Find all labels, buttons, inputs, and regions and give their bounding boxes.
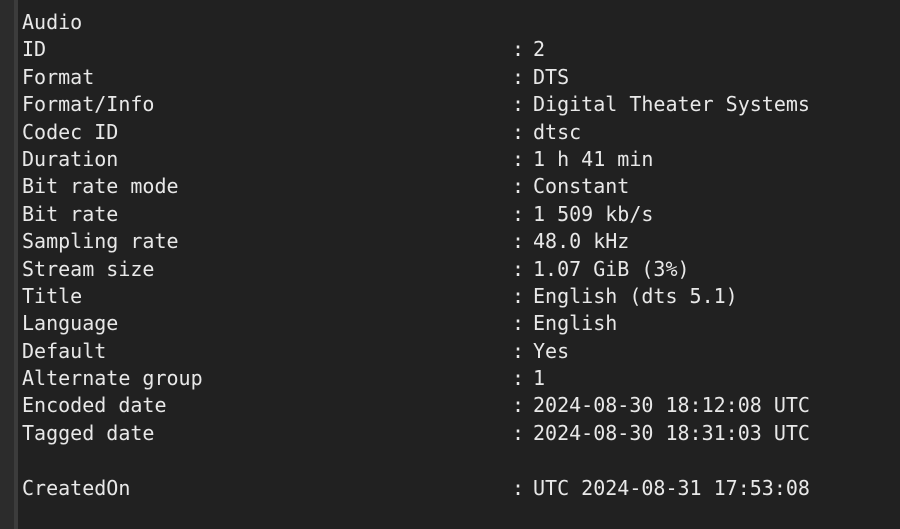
blank-line bbox=[18, 447, 900, 474]
field-row: Format/Info: Digital Theater Systems bbox=[18, 91, 900, 118]
field-label: Title bbox=[22, 283, 82, 310]
field-row: CreatedOn: UTC 2024-08-31 17:53:08 bbox=[18, 475, 900, 502]
field-label: ID bbox=[22, 36, 46, 63]
field-row: Bit rate:1 509 kb/s bbox=[18, 201, 900, 228]
field-value: 1 bbox=[533, 365, 545, 392]
field-value: UTC 2024-08-31 17:53:08 bbox=[533, 475, 810, 502]
field-label: Bit rate bbox=[22, 201, 118, 228]
field-label: Bit rate mode bbox=[22, 173, 179, 200]
field-row: Duration:1 h 41 min bbox=[18, 146, 900, 173]
field-value: 2024-08-30 18:31:03 UTC bbox=[533, 420, 810, 447]
field-separator: : bbox=[512, 392, 524, 419]
field-label: Encoded date bbox=[22, 392, 167, 419]
left-gutter bbox=[0, 0, 14, 529]
field-separator: : bbox=[512, 283, 524, 310]
text-content-pane[interactable]: AudioID:2Format:DTSFormat/Info:Digital T… bbox=[18, 0, 900, 529]
field-label: Tagged date bbox=[22, 420, 154, 447]
field-row: Default: Yes bbox=[18, 338, 900, 365]
field-value: Yes bbox=[533, 338, 569, 365]
field-value: 2024-08-30 18:12:08 UTC bbox=[533, 392, 810, 419]
field-value: Constant bbox=[533, 173, 629, 200]
field-row: Alternate group:1 bbox=[18, 365, 900, 392]
field-value: 1 h 41 min bbox=[533, 146, 653, 173]
field-value: 1.07 GiB (3%) bbox=[533, 256, 690, 283]
field-row: Title: English (dts 5.1) bbox=[18, 283, 900, 310]
field-label: Default bbox=[22, 338, 106, 365]
field-label: Stream size bbox=[22, 256, 154, 283]
field-label: Language bbox=[22, 310, 118, 337]
section-title: Audio bbox=[22, 9, 82, 36]
field-separator: : bbox=[512, 228, 524, 255]
field-separator: : bbox=[512, 201, 524, 228]
field-value: Digital Theater Systems bbox=[533, 91, 810, 118]
media-info-text: AudioID:2Format:DTSFormat/Info:Digital T… bbox=[18, 0, 900, 502]
field-separator: : bbox=[512, 475, 524, 502]
field-row: Stream size:1.07 GiB (3%) bbox=[18, 256, 900, 283]
field-separator: : bbox=[512, 91, 524, 118]
field-separator: : bbox=[512, 146, 524, 173]
field-row: Format: DTS bbox=[18, 64, 900, 91]
field-label: CreatedOn bbox=[22, 475, 130, 502]
field-value: 2 bbox=[533, 36, 545, 63]
field-label: Codec ID bbox=[22, 119, 118, 146]
field-value: English bbox=[533, 310, 617, 337]
field-separator: : bbox=[512, 119, 524, 146]
field-row: ID:2 bbox=[18, 36, 900, 63]
field-label: Sampling rate bbox=[22, 228, 179, 255]
field-value: DTS bbox=[533, 64, 569, 91]
field-label: Format/Info bbox=[22, 91, 154, 118]
field-separator: : bbox=[512, 36, 524, 63]
field-row: Sampling rate:48.0 kHz bbox=[18, 228, 900, 255]
field-row: Encoded date:2024-08-30 18:12:08 UTC bbox=[18, 392, 900, 419]
field-row: Bit rate mode: Constant bbox=[18, 173, 900, 200]
field-separator: : bbox=[512, 420, 524, 447]
field-row: Tagged date:2024-08-30 18:31:03 UTC bbox=[18, 420, 900, 447]
field-separator: : bbox=[512, 310, 524, 337]
field-value: English (dts 5.1) bbox=[533, 283, 738, 310]
field-separator: : bbox=[512, 365, 524, 392]
field-label: Alternate group bbox=[22, 365, 203, 392]
field-value: 1 509 kb/s bbox=[533, 201, 653, 228]
field-label: Format bbox=[22, 64, 94, 91]
field-separator: : bbox=[512, 64, 524, 91]
field-label: Duration bbox=[22, 146, 118, 173]
field-separator: : bbox=[512, 256, 524, 283]
field-value: 48.0 kHz bbox=[533, 228, 629, 255]
field-value: dtsc bbox=[533, 119, 581, 146]
media-info-window: AudioID:2Format:DTSFormat/Info:Digital T… bbox=[0, 0, 900, 529]
field-row: Language: English bbox=[18, 310, 900, 337]
field-row: Codec ID: dtsc bbox=[18, 119, 900, 146]
field-separator: : bbox=[512, 338, 524, 365]
field-separator: : bbox=[512, 173, 524, 200]
section-heading-row: Audio bbox=[18, 9, 900, 36]
